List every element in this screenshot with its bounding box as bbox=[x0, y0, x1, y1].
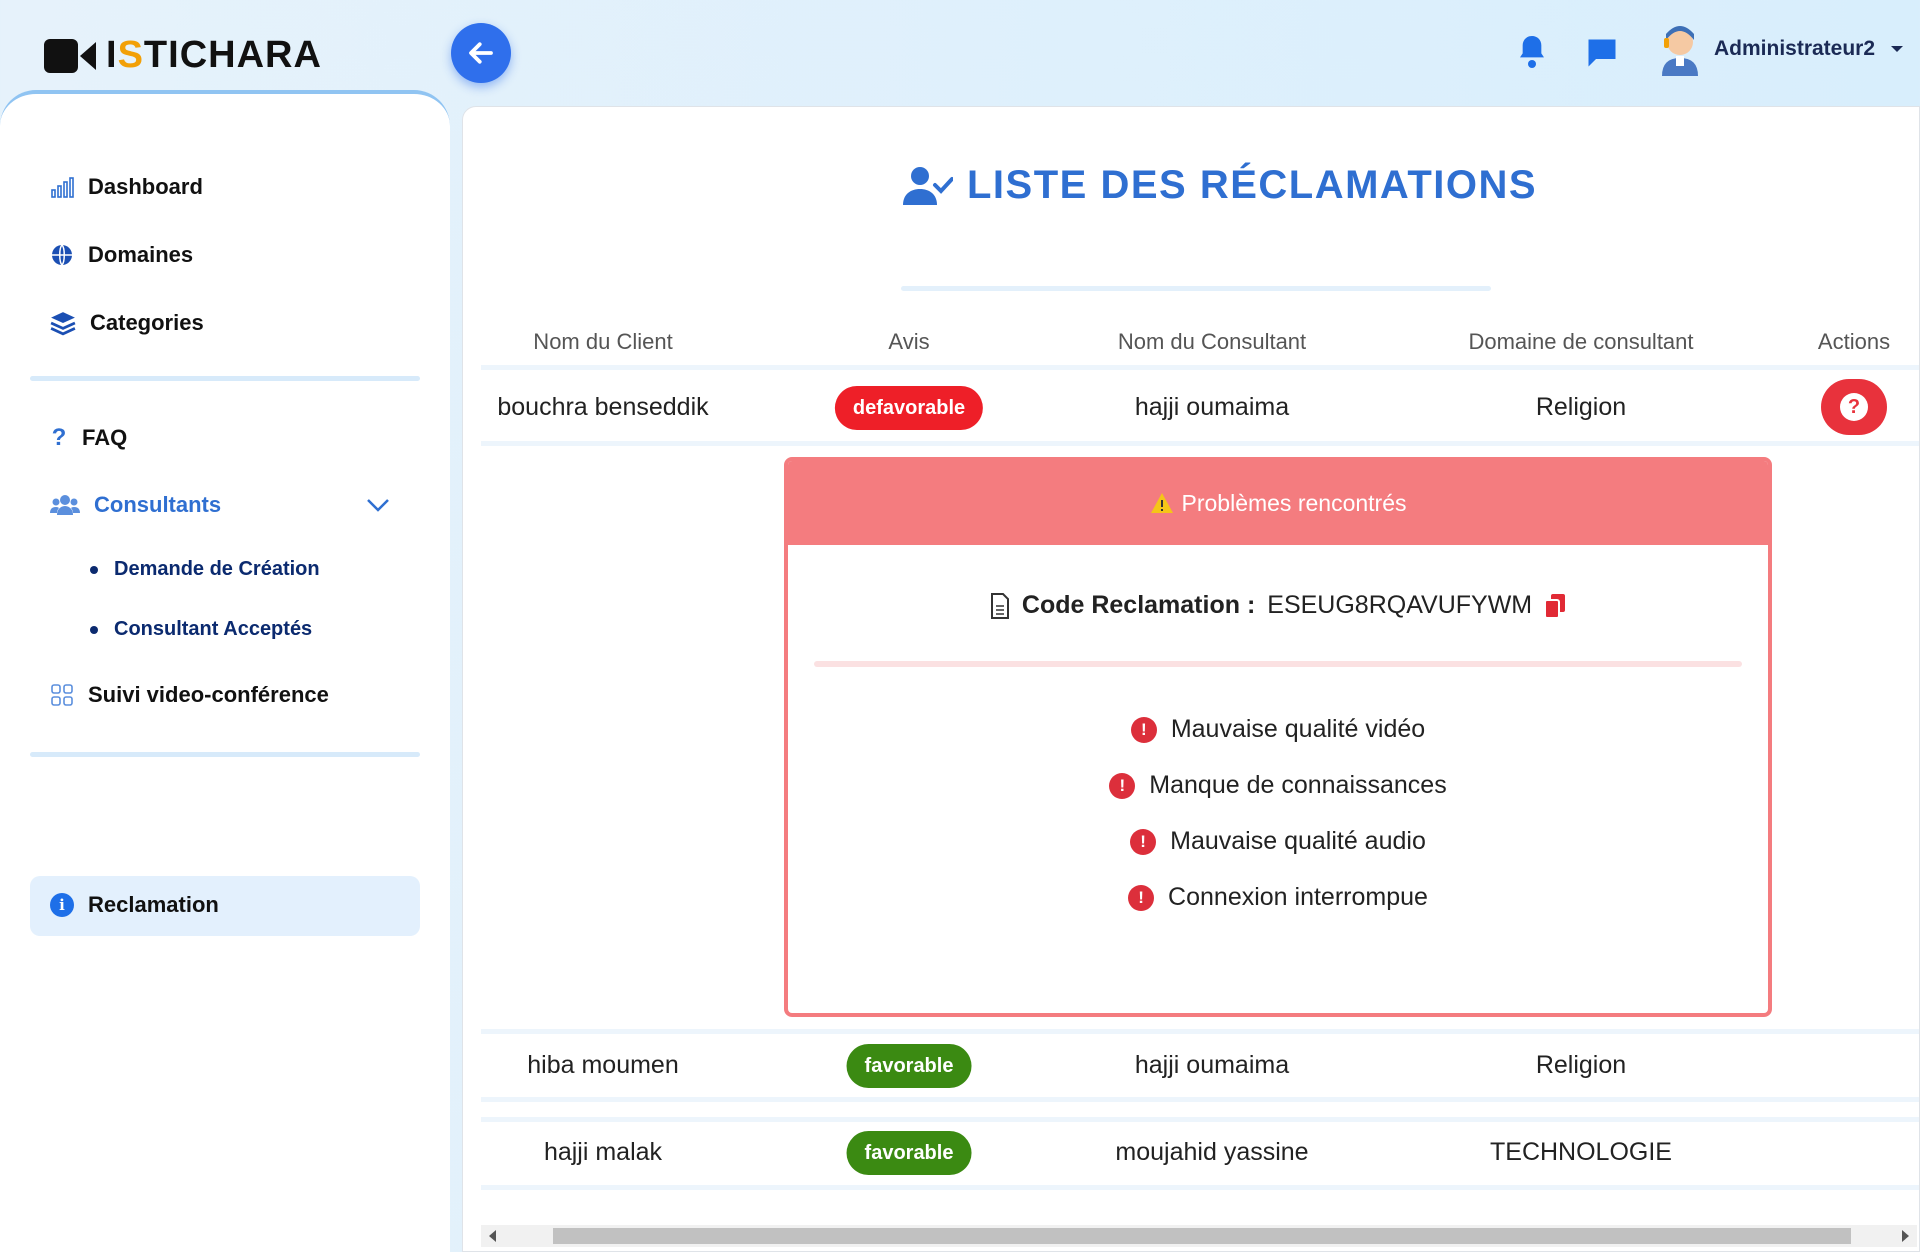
copy-icon[interactable] bbox=[1544, 593, 1566, 619]
sidebar-item-domaines[interactable]: Domaines bbox=[50, 242, 193, 268]
alert-icon: ! bbox=[1130, 828, 1157, 855]
sidebar: Dashboard Domaines Categories ? FAQ Cons… bbox=[0, 90, 450, 1252]
cell-domaine: Religion bbox=[1535, 1051, 1627, 1079]
cell-consultant: moujahid yassine bbox=[1115, 1138, 1309, 1166]
back-button[interactable] bbox=[451, 23, 511, 83]
reclamation-code-row: Code Reclamation : ESEUG8RQAVUFYWM bbox=[788, 591, 1768, 620]
app-name: ISTICHARA bbox=[106, 34, 322, 76]
bullet bbox=[90, 625, 98, 634]
sidebar-item-label: Categories bbox=[90, 310, 204, 335]
user-name: Administrateur2 bbox=[1714, 37, 1876, 60]
row-divider bbox=[481, 1029, 1919, 1034]
cell-domaine: TECHNOLOGIE bbox=[1490, 1138, 1672, 1166]
user-check-icon bbox=[903, 166, 953, 205]
sidebar-item-consultants[interactable]: Consultants bbox=[50, 492, 390, 518]
bar-chart-icon bbox=[51, 177, 74, 198]
problem-label: Mauvaise qualité audio bbox=[1170, 827, 1426, 855]
sidebar-item-label: Consultants bbox=[94, 492, 222, 517]
main-panel: LISTE DES RÉCLAMATIONS Nom du Client Avi… bbox=[462, 106, 1920, 1252]
column-header-domaine: Domaine de consultant bbox=[1468, 329, 1694, 354]
chevron-down-icon[interactable] bbox=[366, 498, 390, 512]
column-header-client: Nom du Client bbox=[533, 329, 673, 354]
cell-consultant: hajji oumaima bbox=[1134, 1051, 1290, 1079]
sidebar-item-label: Domaines bbox=[88, 242, 194, 267]
card-header: Problèmes rencontrés bbox=[788, 461, 1768, 545]
sidebar-item-faq[interactable]: ? FAQ bbox=[50, 424, 128, 452]
problem-label: Manque de connaissances bbox=[1149, 771, 1447, 799]
problem-item: ! Mauvaise qualité audio bbox=[788, 827, 1768, 856]
sidebar-item-label: Reclamation bbox=[88, 892, 219, 917]
info-icon: i bbox=[50, 893, 74, 917]
cell-client: bouchra benseddik bbox=[497, 393, 709, 421]
status-badge: defavorable bbox=[834, 386, 984, 430]
row-divider bbox=[481, 1185, 1919, 1190]
sidebar-item-suivi-video[interactable]: Suivi video-conférence bbox=[50, 682, 329, 708]
avatar bbox=[1662, 26, 1698, 76]
cell-client: hiba moumen bbox=[527, 1051, 679, 1079]
sidebar-item-dashboard[interactable]: Dashboard bbox=[50, 174, 203, 200]
alert-icon: ! bbox=[1130, 716, 1157, 743]
sidebar-subitem-consultant-acceptes[interactable]: Consultant Acceptés bbox=[90, 618, 312, 641]
problem-item: ! Manque de connaissances bbox=[788, 771, 1768, 800]
sidebar-divider bbox=[30, 752, 420, 757]
card-divider bbox=[814, 661, 1742, 667]
problem-label: Connexion interrompue bbox=[1168, 883, 1428, 911]
code-value: ESEUG8RQAVUFYWM bbox=[1267, 591, 1533, 619]
sidebar-item-reclamation[interactable]: i Reclamation bbox=[50, 892, 219, 918]
sidebar-subitem-demande-creation[interactable]: Demande de Création bbox=[90, 558, 320, 581]
back-arrow-icon bbox=[469, 42, 493, 64]
title-underline bbox=[901, 286, 1491, 291]
page-header: LISTE DES RÉCLAMATIONS bbox=[903, 163, 1537, 208]
scroll-right-icon[interactable] bbox=[1902, 1230, 1909, 1242]
sidebar-item-label: Consultant Acceptés bbox=[114, 618, 313, 640]
column-header-consultant: Nom du Consultant bbox=[1117, 329, 1307, 354]
problem-label: Mauvaise qualité vidéo bbox=[1170, 715, 1426, 743]
cell-consultant: hajji oumaima bbox=[1134, 393, 1290, 421]
column-header-actions: Actions bbox=[1817, 329, 1891, 354]
column-header-avis: Avis bbox=[888, 329, 930, 354]
globe-icon bbox=[52, 244, 72, 266]
details-button[interactable]: ? bbox=[1821, 379, 1887, 435]
sidebar-item-label: Demande de Création bbox=[114, 558, 320, 580]
status-badge: favorable bbox=[846, 1131, 972, 1175]
alert-icon: ! bbox=[1109, 772, 1136, 799]
alert-icon: ! bbox=[1128, 884, 1155, 911]
chat-icon[interactable] bbox=[1584, 35, 1620, 71]
problem-item: ! Mauvaise qualité vidéo bbox=[788, 715, 1768, 744]
code-label: Code Reclamation : bbox=[1021, 591, 1256, 619]
user-menu[interactable]: Administrateur2 bbox=[1656, 22, 1904, 76]
layers-icon bbox=[50, 312, 76, 336]
cell-domaine: Religion bbox=[1535, 393, 1627, 421]
users-icon bbox=[50, 495, 80, 515]
problems-card: Problèmes rencontrés Code Reclamation : … bbox=[784, 457, 1772, 1017]
bell-icon[interactable] bbox=[1516, 33, 1548, 71]
row-divider bbox=[481, 1097, 1919, 1102]
sidebar-item-categories[interactable]: Categories bbox=[50, 310, 204, 336]
warning-icon bbox=[1150, 493, 1173, 513]
row-divider bbox=[481, 441, 1919, 446]
cell-client: hajji malak bbox=[543, 1138, 663, 1166]
app-logo[interactable]: ISTICHARA bbox=[44, 34, 322, 77]
sidebar-item-label: FAQ bbox=[82, 425, 128, 450]
sidebar-item-label: Suivi video-conférence bbox=[88, 682, 329, 707]
bullet bbox=[90, 565, 98, 574]
question-icon: ? bbox=[1840, 393, 1868, 421]
video-camera-icon bbox=[44, 38, 96, 73]
chevron-down-icon bbox=[1891, 46, 1904, 52]
table-header-divider bbox=[481, 365, 1919, 370]
status-badge: favorable bbox=[846, 1044, 972, 1088]
card-title: Problèmes rencontrés bbox=[1181, 489, 1407, 516]
question-icon: ? bbox=[51, 424, 67, 451]
page-title: LISTE DES RÉCLAMATIONS bbox=[967, 163, 1538, 207]
document-icon bbox=[990, 592, 1009, 619]
grid-icon bbox=[51, 684, 73, 706]
problem-item: ! Connexion interrompue bbox=[788, 883, 1768, 912]
scroll-left-icon[interactable] bbox=[489, 1230, 496, 1242]
horizontal-scrollbar[interactable] bbox=[481, 1225, 1917, 1247]
scrollbar-thumb[interactable] bbox=[553, 1228, 1851, 1244]
sidebar-item-label: Dashboard bbox=[88, 174, 203, 199]
sidebar-divider bbox=[30, 376, 420, 381]
row-divider bbox=[481, 1117, 1919, 1122]
